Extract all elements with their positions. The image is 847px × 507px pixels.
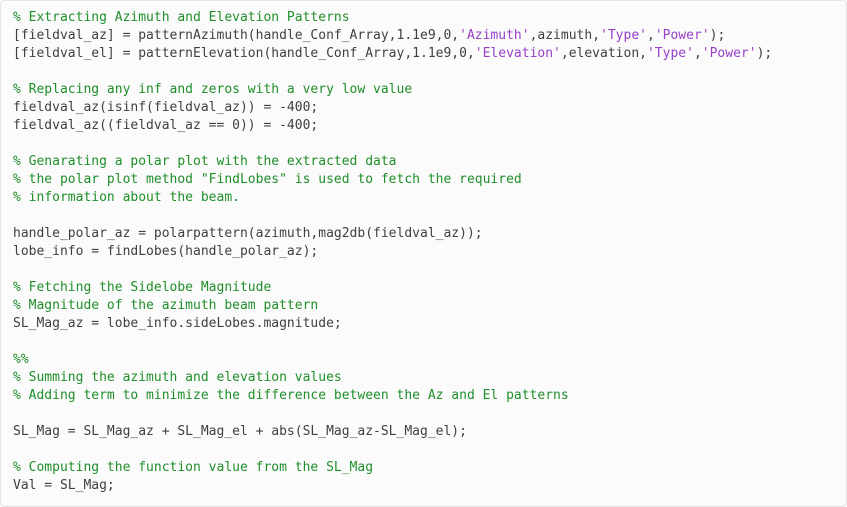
code-comment: % the polar plot method "FindLobes" is u… <box>13 172 522 187</box>
code-comment: % Replacing any inf and zeros with a ver… <box>13 82 412 97</box>
code-text: ,azimuth, <box>530 28 600 43</box>
code-string: 'Azimuth' <box>459 28 529 43</box>
code-comment: % Magnitude of the azimuth beam pattern <box>13 298 318 313</box>
code-string: 'Elevation' <box>475 46 561 61</box>
code-comment: % information about the beam. <box>13 190 240 205</box>
code-text: SL_Mag_az = lobe_info.sideLobes.magnitud… <box>13 316 342 331</box>
code-string: 'Power' <box>655 28 710 43</box>
code-text: handle_polar_az = polarpattern(azimuth,m… <box>13 226 483 241</box>
code-comment: % Extracting Azimuth and Elevation Patte… <box>13 10 350 25</box>
code-string: 'Type' <box>600 28 647 43</box>
code-text: , <box>647 28 655 43</box>
code-text: [fieldval_az] = patternAzimuth(handle_Co… <box>13 28 459 43</box>
code-text: fieldval_az(isinf(fieldval_az)) = -400; <box>13 100 318 115</box>
code-comment: % Genarating a polar plot with the extra… <box>13 154 397 169</box>
code-text: [fieldval_el] = patternElevation(handle_… <box>13 46 475 61</box>
code-text: Val = SL_Mag; <box>13 478 115 493</box>
code-text: lobe_info = findLobes(handle_polar_az); <box>13 244 318 259</box>
code-text: ); <box>710 28 726 43</box>
code-text: fieldval_az((fieldval_az == 0)) = -400; <box>13 118 318 133</box>
code-comment: % Fetching the Sidelobe Magnitude <box>13 280 271 295</box>
code-text: , <box>694 46 702 61</box>
code-string: 'Type' <box>647 46 694 61</box>
code-comment: %% <box>13 352 29 367</box>
code-comment: % Adding term to minimize the difference… <box>13 388 569 403</box>
code-block: % Extracting Azimuth and Elevation Patte… <box>0 0 847 507</box>
code-text: ,elevation, <box>561 46 647 61</box>
code-string: 'Power' <box>702 46 757 61</box>
code-text: ); <box>757 46 773 61</box>
code-content: % Extracting Azimuth and Elevation Patte… <box>13 9 834 495</box>
code-comment: % Summing the azimuth and elevation valu… <box>13 370 342 385</box>
code-comment: % Computing the function value from the … <box>13 460 373 475</box>
code-text: SL_Mag = SL_Mag_az + SL_Mag_el + abs(SL_… <box>13 424 467 439</box>
